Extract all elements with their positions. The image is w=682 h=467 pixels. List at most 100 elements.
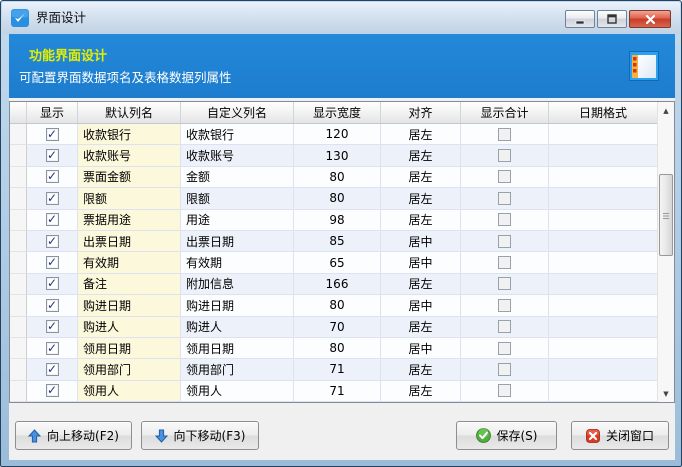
visible-checkbox[interactable]: ✓: [46, 170, 59, 183]
align-cell[interactable]: 居中: [381, 231, 461, 252]
align-cell[interactable]: 居左: [381, 188, 461, 209]
align-cell[interactable]: 居中: [381, 295, 461, 316]
width-cell[interactable]: 71: [294, 359, 381, 380]
total-checkbox[interactable]: [498, 363, 511, 376]
row-selector-cell[interactable]: [10, 252, 27, 273]
table-row[interactable]: ✓ 备注 附加信息 166 居左: [10, 274, 657, 295]
align-cell[interactable]: 居左: [381, 124, 461, 145]
custom-name-cell[interactable]: 用途: [181, 210, 294, 231]
date-format-cell[interactable]: [549, 252, 657, 273]
table-row[interactable]: ✓ 领用人 领用人 71 居左: [10, 381, 657, 402]
total-checkbox[interactable]: [498, 256, 511, 269]
date-format-cell[interactable]: [549, 274, 657, 295]
visible-checkbox[interactable]: ✓: [46, 213, 59, 226]
scroll-up-icon[interactable]: ▲: [658, 102, 674, 119]
total-checkbox[interactable]: [498, 170, 511, 183]
row-selector-cell[interactable]: [10, 317, 27, 338]
maximize-button[interactable]: [597, 10, 627, 28]
align-cell[interactable]: 居中: [381, 252, 461, 273]
date-format-cell[interactable]: [549, 359, 657, 380]
date-format-cell[interactable]: [549, 188, 657, 209]
width-cell[interactable]: 98: [294, 210, 381, 231]
row-selector-cell[interactable]: [10, 210, 27, 231]
table-row[interactable]: ✓ 出票日期 出票日期 85 居中: [10, 231, 657, 252]
width-cell[interactable]: 85: [294, 231, 381, 252]
custom-name-cell[interactable]: 限额: [181, 188, 294, 209]
visible-checkbox[interactable]: ✓: [46, 256, 59, 269]
width-cell[interactable]: 166: [294, 274, 381, 295]
column-header-width[interactable]: 显示宽度: [294, 102, 381, 123]
minimize-button[interactable]: [565, 10, 595, 28]
visible-checkbox[interactable]: ✓: [46, 384, 59, 397]
date-format-cell[interactable]: [549, 210, 657, 231]
date-format-cell[interactable]: [549, 167, 657, 188]
custom-name-cell[interactable]: 领用日期: [181, 338, 294, 359]
custom-name-cell[interactable]: 有效期: [181, 252, 294, 273]
custom-name-cell[interactable]: 收款银行: [181, 124, 294, 145]
table-row[interactable]: ✓ 票据用途 用途 98 居左: [10, 210, 657, 231]
visible-checkbox[interactable]: ✓: [46, 342, 59, 355]
row-selector-cell[interactable]: [10, 381, 27, 402]
total-checkbox[interactable]: [498, 213, 511, 226]
scroll-down-icon[interactable]: ▼: [658, 385, 674, 402]
total-checkbox[interactable]: [498, 235, 511, 248]
save-button[interactable]: 保存(S): [456, 421, 557, 450]
column-header-default-name[interactable]: 默认列名: [78, 102, 181, 123]
visible-checkbox[interactable]: ✓: [46, 363, 59, 376]
custom-name-cell[interactable]: 出票日期: [181, 231, 294, 252]
visible-checkbox[interactable]: ✓: [46, 320, 59, 333]
align-cell[interactable]: 居左: [381, 145, 461, 166]
table-row[interactable]: ✓ 购进日期 购进日期 80 居中: [10, 295, 657, 316]
custom-name-cell[interactable]: 金额: [181, 167, 294, 188]
table-row[interactable]: ✓ 限额 限额 80 居左: [10, 188, 657, 209]
custom-name-cell[interactable]: 领用人: [181, 381, 294, 402]
row-selector-cell[interactable]: [10, 188, 27, 209]
close-window-button[interactable]: 关闭窗口: [571, 421, 669, 450]
row-selector-cell[interactable]: [10, 274, 27, 295]
date-format-cell[interactable]: [549, 317, 657, 338]
date-format-cell[interactable]: [549, 338, 657, 359]
column-header-visible[interactable]: 显示: [27, 102, 78, 123]
row-selector-cell[interactable]: [10, 145, 27, 166]
date-format-cell[interactable]: [549, 231, 657, 252]
row-selector-cell[interactable]: [10, 124, 27, 145]
date-format-cell[interactable]: [549, 145, 657, 166]
vertical-scrollbar[interactable]: ▲ ▼: [657, 102, 674, 402]
custom-name-cell[interactable]: 领用部门: [181, 359, 294, 380]
table-row[interactable]: ✓ 收款银行 收款银行 120 居左: [10, 124, 657, 145]
table-row[interactable]: ✓ 有效期 有效期 65 居中: [10, 252, 657, 273]
visible-checkbox[interactable]: ✓: [46, 128, 59, 141]
total-checkbox[interactable]: [498, 342, 511, 355]
column-header-custom-name[interactable]: 自定义列名: [181, 102, 294, 123]
visible-checkbox[interactable]: ✓: [46, 235, 59, 248]
date-format-cell[interactable]: [549, 124, 657, 145]
visible-checkbox[interactable]: ✓: [46, 299, 59, 312]
width-cell[interactable]: 80: [294, 295, 381, 316]
align-cell[interactable]: 居左: [381, 359, 461, 380]
align-cell[interactable]: 居左: [381, 381, 461, 402]
visible-checkbox[interactable]: ✓: [46, 277, 59, 290]
column-header-date-format[interactable]: 日期格式: [549, 102, 657, 123]
visible-checkbox[interactable]: ✓: [46, 149, 59, 162]
width-cell[interactable]: 80: [294, 188, 381, 209]
column-header-show-total[interactable]: 显示合计: [461, 102, 549, 123]
column-header-align[interactable]: 对齐: [381, 102, 461, 123]
total-checkbox[interactable]: [498, 149, 511, 162]
date-format-cell[interactable]: [549, 381, 657, 402]
total-checkbox[interactable]: [498, 277, 511, 290]
custom-name-cell[interactable]: 收款账号: [181, 145, 294, 166]
width-cell[interactable]: 71: [294, 381, 381, 402]
table-row[interactable]: ✓ 领用部门 领用部门 71 居左: [10, 359, 657, 380]
row-selector-cell[interactable]: [10, 359, 27, 380]
width-cell[interactable]: 120: [294, 124, 381, 145]
row-selector-cell[interactable]: [10, 295, 27, 316]
total-checkbox[interactable]: [498, 384, 511, 397]
close-button[interactable]: [629, 10, 671, 28]
table-row[interactable]: ✓ 收款账号 收款账号 130 居左: [10, 145, 657, 166]
align-cell[interactable]: 居左: [381, 210, 461, 231]
total-checkbox[interactable]: [498, 128, 511, 141]
width-cell[interactable]: 70: [294, 317, 381, 338]
row-selector-cell[interactable]: [10, 167, 27, 188]
align-cell[interactable]: 居左: [381, 274, 461, 295]
align-cell[interactable]: 居左: [381, 317, 461, 338]
